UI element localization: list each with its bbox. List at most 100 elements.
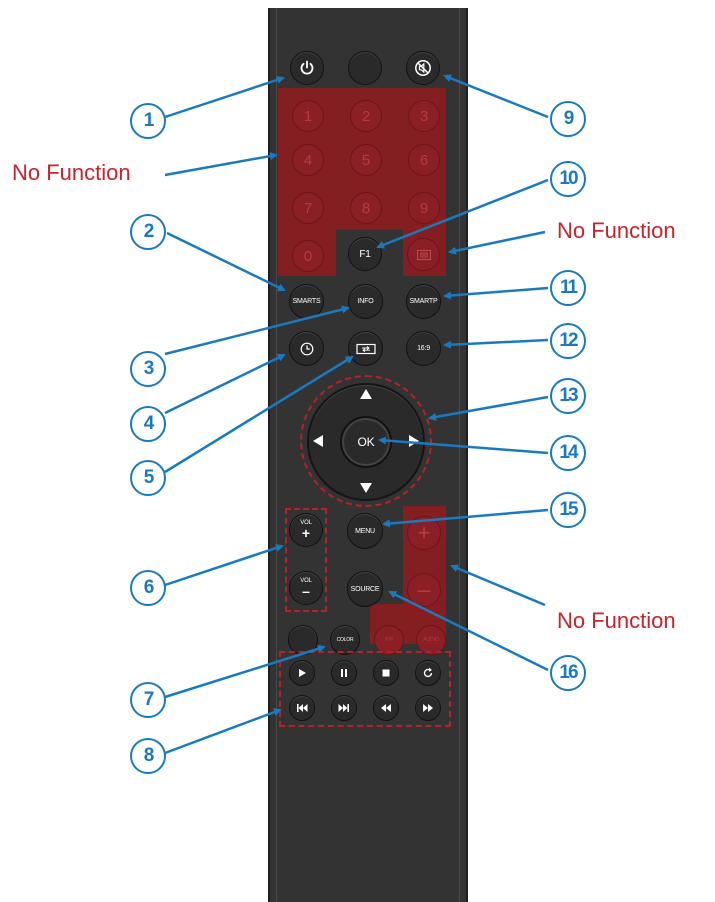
mute-button[interactable] [406,51,440,85]
input-switch-icon [355,343,376,354]
teletext-icon [416,249,431,260]
power-button[interactable] [290,51,324,85]
channel-down-button[interactable]: – [407,573,441,607]
info-label: INFO [357,298,374,305]
play-icon [299,669,306,677]
callout-number: 7 [143,689,154,710]
no-function-label-channel: No Function [557,608,676,633]
arrow-no-function-digits [164,152,278,177]
plus-icon: + [301,525,311,541]
digit-9-button[interactable]: 9 [408,192,440,224]
arrow-4 [164,353,286,415]
pause-icon [341,669,347,677]
digit-3-button[interactable]: 3 [408,100,440,132]
callout-12: 12 [550,323,586,359]
callout-number: 15 [559,499,578,520]
clock-icon [300,342,313,355]
next-track-icon [338,704,349,712]
channel-up-button[interactable]: + [407,516,441,550]
color-label: COLOR [336,637,354,643]
digit-label: 9 [419,199,429,217]
callout-2: 2 [130,214,166,250]
remote-diagram: 1 2 3 4 5 6 7 8 9 0 F1 SMARTS INFO SMART… [0,0,715,902]
next-track-button[interactable] [331,695,357,721]
callout-number: 5 [143,467,154,488]
callout-13: 13 [550,378,586,414]
f1-button[interactable]: F1 [348,237,382,271]
callout-14: 14 [550,435,586,471]
callout-number: 9 [563,108,574,129]
info-button[interactable]: INFO [348,284,383,319]
source-label: SOURCE [350,585,380,593]
pip-label: PIP [384,637,394,643]
digit-4-button[interactable]: 4 [292,144,324,176]
digit-5-button[interactable]: 5 [350,144,382,176]
digit-label: 0 [303,247,313,265]
arrow-6 [164,544,284,587]
arrow-2 [166,231,286,292]
ok-label: OK [357,435,375,449]
callout-number: 1 [143,110,154,131]
aspect-label: 16:9 [417,345,430,352]
callout-1: 1 [130,103,166,139]
callout-number: 4 [143,413,154,434]
smartp-button[interactable]: SMARTP [406,284,441,319]
arrow-8 [164,708,282,755]
teletext-button[interactable] [407,238,440,271]
volume-up-button[interactable]: VOL + [289,513,323,547]
digit-label: 3 [419,107,429,125]
repeat-icon [423,667,433,678]
power-icon [300,60,314,75]
rewind-button[interactable] [373,695,399,721]
aspect-ratio-button[interactable]: 16:9 [406,331,441,366]
menu-label: MENU [355,527,375,535]
digit-label: 1 [303,107,313,125]
stop-icon [382,669,390,677]
digit-label: 7 [303,199,313,217]
digit-1-button[interactable]: 1 [292,100,324,132]
digit-7-button[interactable]: 7 [292,192,324,224]
smarts-button[interactable]: SMARTS [289,284,324,319]
callout-9: 9 [550,101,586,137]
callout-15: 15 [550,492,586,528]
callout-number: 11 [559,277,578,298]
input-switch-button[interactable] [348,331,383,366]
digit-label: 5 [361,151,371,169]
body-edge-left [276,8,277,902]
digit-6-button[interactable]: 6 [408,144,440,176]
callout-number: 8 [143,745,154,766]
pause-button[interactable] [331,660,357,686]
fast-forward-button[interactable] [415,695,441,721]
play-button[interactable] [289,660,315,686]
clock-button[interactable] [289,331,324,366]
callout-number: 13 [559,385,578,406]
source-button[interactable]: SOURCE [347,571,383,607]
f1-label: F1 [359,248,371,260]
prev-track-button[interactable] [289,695,315,721]
digit-0-button[interactable]: 0 [292,240,324,272]
callout-number: 14 [559,442,578,463]
stop-button[interactable] [373,660,399,686]
repeat-button[interactable] [415,660,441,686]
prev-track-icon [297,704,308,712]
callout-6: 6 [130,570,166,606]
callout-16: 16 [550,655,586,691]
no-function-label-digits: No Function [12,160,131,185]
ok-button[interactable]: OK [340,416,392,468]
no-function-label-teletext: No Function [557,218,676,243]
smarts-label: SMARTS [292,298,321,305]
menu-button[interactable]: MENU [347,513,383,549]
minus-icon: – [417,577,431,602]
callout-number: 12 [559,330,578,351]
digit-2-button[interactable]: 2 [350,100,382,132]
digit-8-button[interactable]: 8 [350,192,382,224]
volume-down-button[interactable]: VOL – [289,571,323,605]
callout-4: 4 [130,406,166,442]
blank-top-button[interactable] [348,51,382,85]
callout-5: 5 [130,460,166,496]
plus-icon: + [417,520,431,545]
callout-number: 16 [559,662,578,683]
digit-label: 2 [361,107,371,125]
callout-7: 7 [130,682,166,718]
callout-11: 11 [550,270,586,306]
